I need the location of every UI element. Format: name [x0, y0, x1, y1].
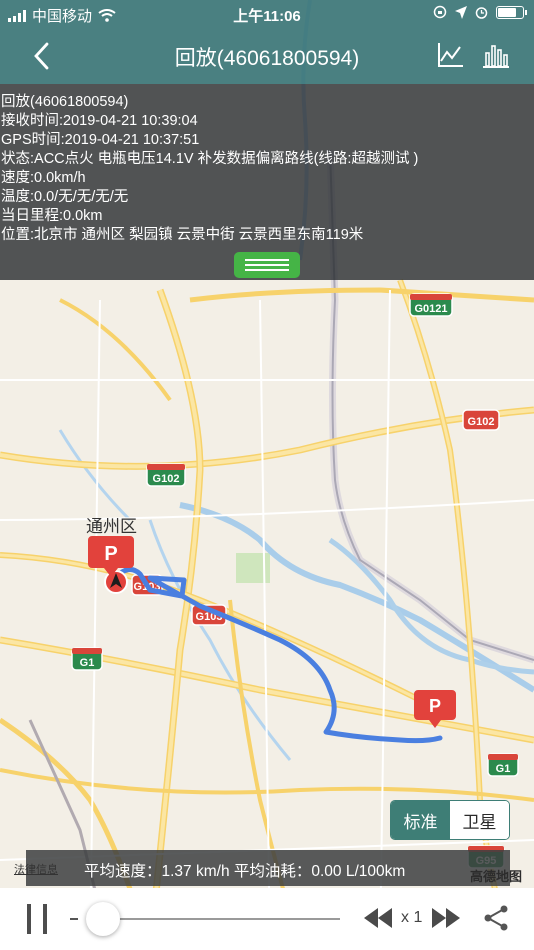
road-shield-g0121: G0121 [409, 293, 453, 317]
road-shield-g1: G1 [487, 753, 519, 777]
slow-down-button[interactable] [362, 906, 394, 935]
svg-text:G102: G102 [153, 473, 180, 485]
battery-icon [496, 5, 527, 19]
slider-min-marker [70, 918, 78, 920]
location-icon [455, 5, 467, 19]
bar-chart-button[interactable] [481, 40, 511, 70]
progress-slider[interactable] [88, 918, 340, 920]
share-icon [484, 905, 508, 931]
map-type-switch: 标准 卫星 [390, 800, 510, 840]
satellite-map-button[interactable]: 卫星 [450, 801, 509, 839]
speed-up-button[interactable] [430, 906, 462, 935]
road-shield-g1: G1 [71, 647, 103, 671]
svg-text:P: P [429, 696, 441, 716]
vehicle-info-panel: 回放(46061800594) 接收时间:2019-04-21 10:39:04… [0, 84, 534, 280]
legal-info-link[interactable]: 法律信息 [14, 861, 58, 877]
playback-speed: x 1 [401, 909, 423, 926]
svg-text:G0121: G0121 [414, 303, 447, 315]
district-label: 通州区 [86, 517, 137, 536]
line-chart-button[interactable] [436, 40, 466, 70]
info-title: 回放(46061800594) [1, 94, 129, 110]
location: 位置:北京市 通州区 梨园镇 云景中街 云景西里东南119米 [1, 227, 364, 243]
daily-mileage: 当日里程:0.0km [1, 208, 103, 224]
svg-text:P: P [104, 543, 117, 565]
road-shield-g102: G102 [462, 409, 500, 431]
standard-map-button[interactable]: 标准 [391, 801, 450, 839]
alarm-icon [475, 6, 488, 19]
fast-forward-icon [432, 908, 460, 928]
orientation-lock-icon [433, 5, 447, 19]
playback-controls: x 1 [0, 888, 534, 950]
svg-text:G1: G1 [80, 657, 95, 669]
share-button[interactable] [482, 904, 510, 937]
map-provider-logo: 高德地图 [470, 869, 523, 884]
average-stats: 平均速度：1.37 km/h 平均油耗：0.00 L/100km [84, 863, 406, 880]
stats-bar: 平均速度：1.37 km/h 平均油耗：0.00 L/100km [26, 850, 510, 886]
receive-time: 接收时间:2019-04-21 10:39:04 [1, 113, 198, 129]
pause-icon [27, 904, 31, 934]
temperature: 温度:0.0/无/无/无/无 [1, 189, 129, 205]
road-shield-g102: G102 [146, 463, 186, 487]
rewind-icon [364, 908, 392, 928]
vehicle-position-icon [104, 570, 128, 594]
svg-text:G1: G1 [496, 763, 511, 775]
status-bar: 中国移动 上午11:06 [0, 0, 534, 28]
collapse-panel-button[interactable] [234, 252, 300, 278]
vehicle-status: 状态:ACC点火 电瓶电压14.1V 补发数据偏离路线(线路:超越测试 ) [1, 151, 419, 167]
pause-button[interactable] [24, 904, 50, 934]
line-chart-icon [438, 43, 463, 67]
bar-chart-icon [483, 45, 509, 68]
speed: 速度:0.0km/h [1, 170, 86, 186]
progress-slider-thumb[interactable] [86, 902, 121, 936]
svg-text:G102: G102 [468, 416, 495, 428]
navigation-bar: 回放(46061800594) [0, 28, 534, 84]
gps-time: GPS时间:2019-04-21 10:37:51 [1, 132, 200, 148]
